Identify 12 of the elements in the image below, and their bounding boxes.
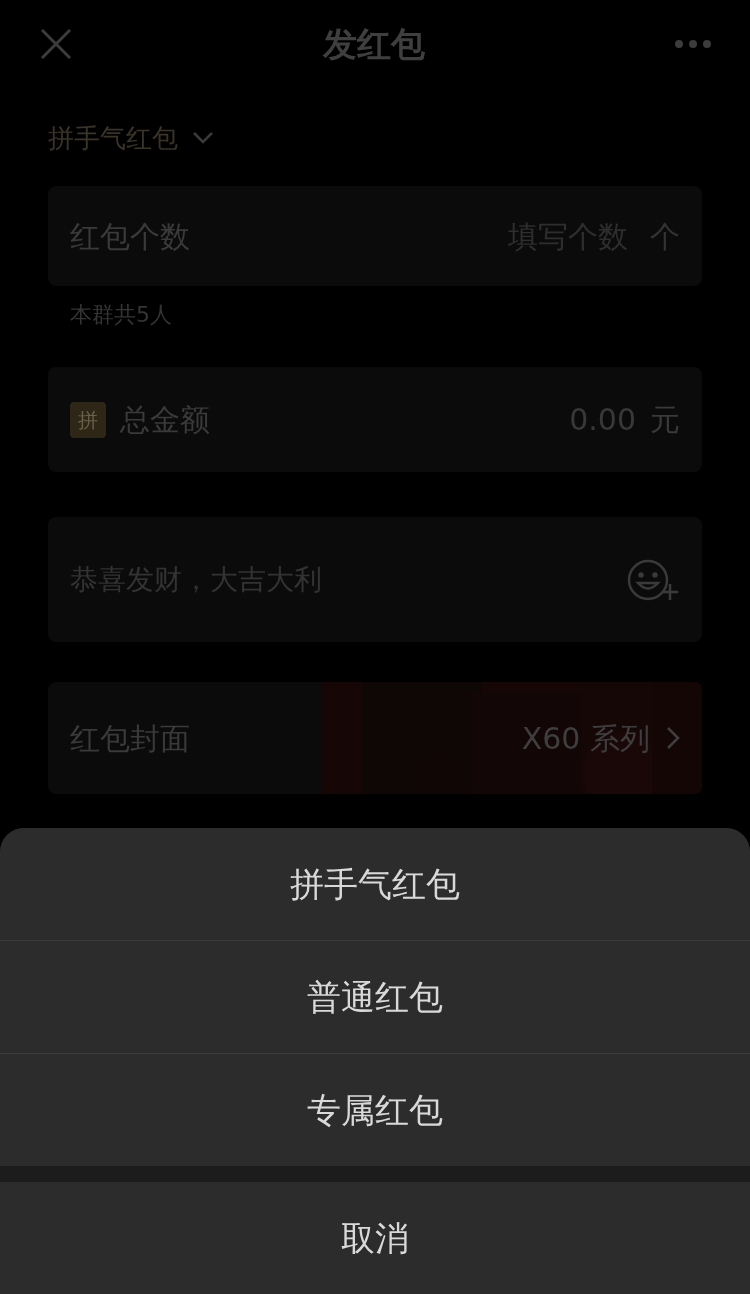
cancel-button[interactable]: 取消	[0, 1182, 750, 1294]
sheet-option[interactable]: 专属红包	[0, 1054, 750, 1166]
sheet-option[interactable]: 普通红包	[0, 941, 750, 1053]
badge: 拼	[70, 401, 106, 438]
cover-value: X60 系列	[521, 719, 650, 758]
page-title: 发红包	[323, 22, 425, 66]
chevron-down-icon	[192, 131, 214, 145]
sheet-option[interactable]: 拼手气红包	[0, 828, 750, 940]
close-icon[interactable]	[38, 26, 74, 62]
chevron-right-icon	[666, 726, 680, 750]
emoji-add-icon[interactable]	[626, 557, 680, 602]
more-icon[interactable]	[674, 39, 712, 49]
